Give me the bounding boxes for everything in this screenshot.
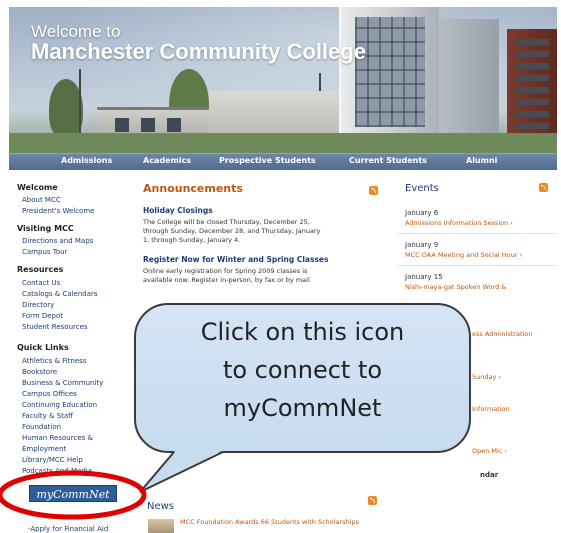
highlight-ring [0, 470, 147, 520]
